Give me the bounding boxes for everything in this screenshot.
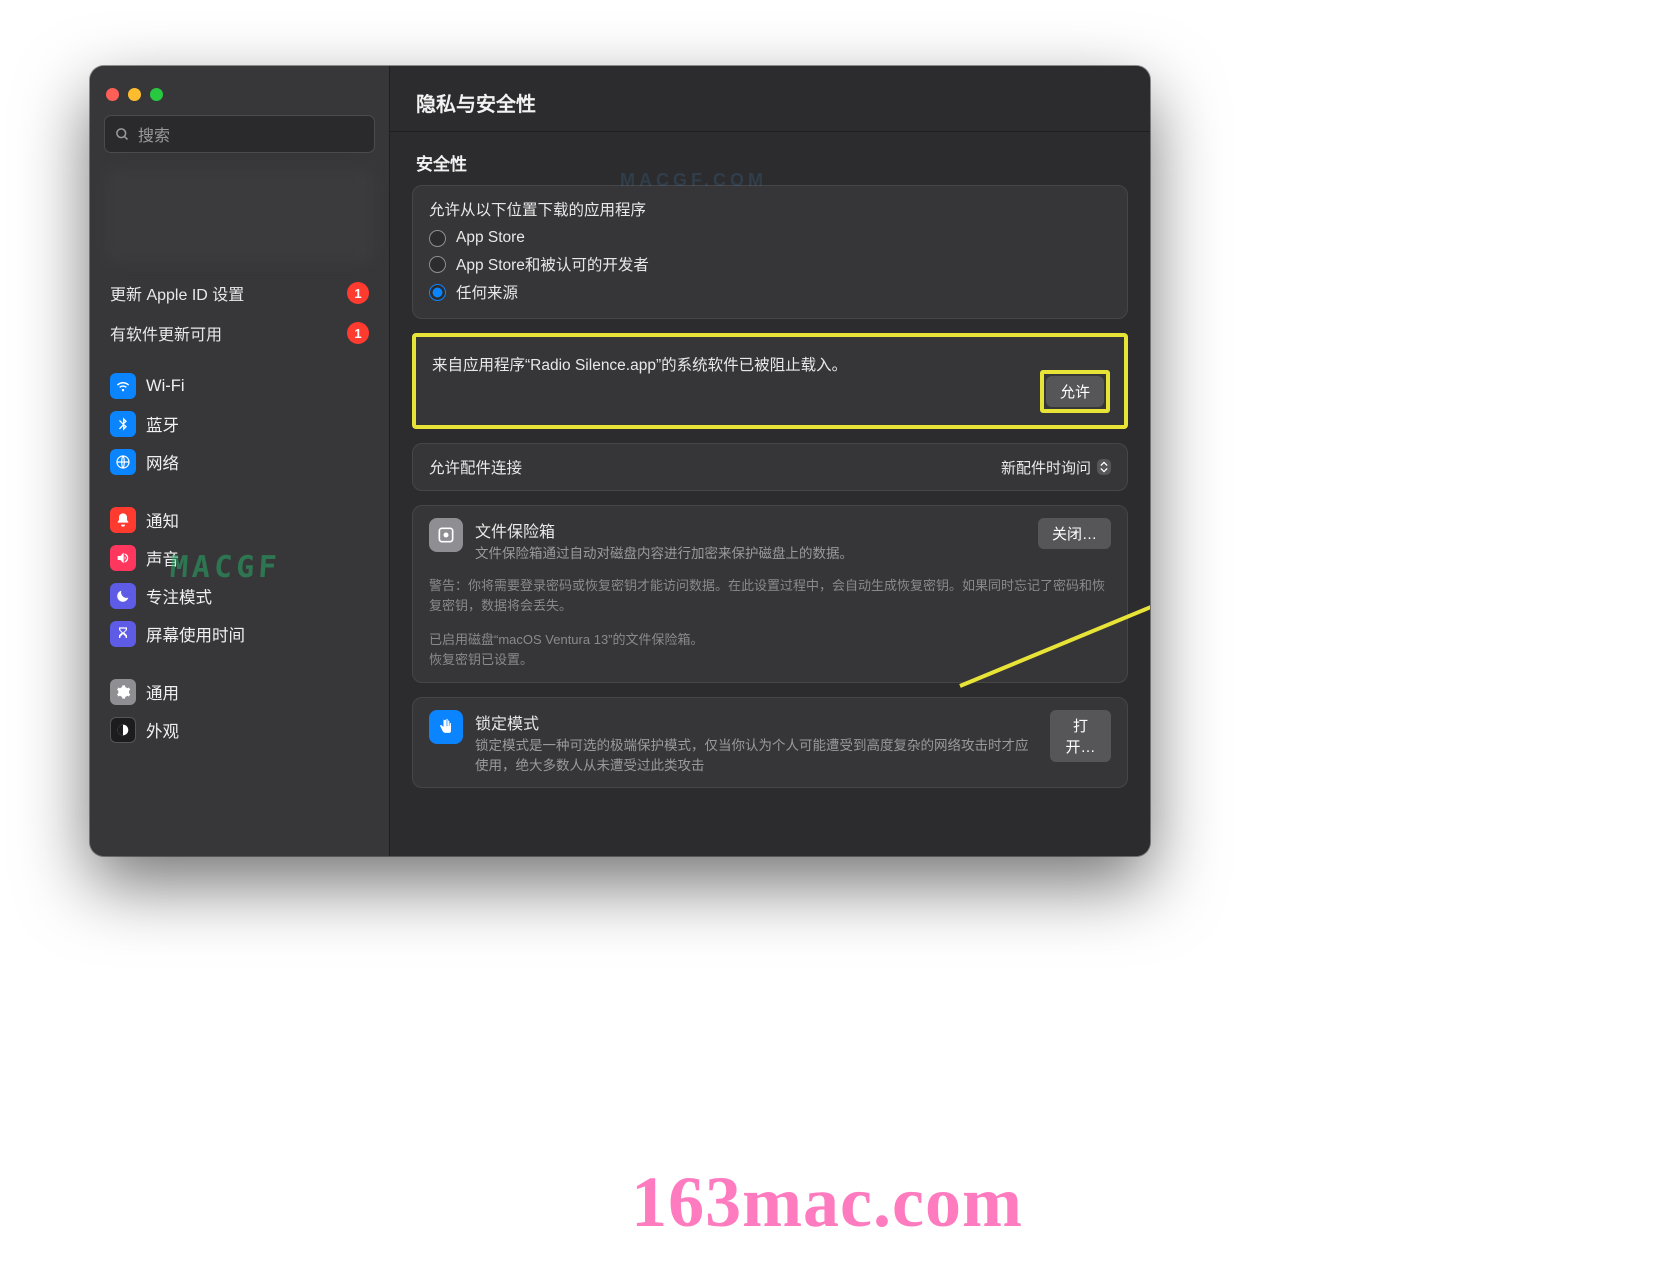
sidebar-item-label: 网络 bbox=[146, 450, 179, 474]
alert-badge: 1 bbox=[347, 282, 369, 304]
alerts-section: 更新 Apple ID 设置 1 有软件更新可用 1 bbox=[90, 273, 389, 353]
apple-id-profile[interactable] bbox=[104, 169, 375, 263]
sidebar-item-appearance[interactable]: 外观 bbox=[100, 711, 379, 749]
speaker-icon bbox=[110, 545, 136, 571]
search-icon bbox=[115, 127, 130, 142]
nav-group-3: 通用 外观 bbox=[90, 667, 389, 749]
moon-icon bbox=[110, 583, 136, 609]
filevault-panel: 文件保险箱 文件保险箱通过自动对磁盘内容进行加密来保护磁盘上的数据。 关闭… 警… bbox=[412, 505, 1128, 683]
allow-button-highlight: 允许 bbox=[1040, 370, 1110, 413]
sidebar-item-label: 通用 bbox=[146, 680, 179, 704]
page-title: 隐私与安全性 bbox=[390, 66, 1150, 132]
accessory-value: 新配件时询问 bbox=[1001, 457, 1091, 478]
option-label: App Store bbox=[456, 229, 525, 247]
sidebar-item-label: 屏幕使用时间 bbox=[146, 622, 245, 646]
sidebar-item-screentime[interactable]: 屏幕使用时间 bbox=[100, 615, 379, 653]
download-sources-panel: 允许从以下位置下载的应用程序 App Store App Store和被认可的开… bbox=[412, 185, 1128, 319]
fade-gradient bbox=[390, 830, 1150, 856]
sidebar-item-label: 声音 bbox=[146, 546, 179, 570]
nav-group-2: 通知 声音 专注模式 屏幕使用时间 bbox=[90, 495, 389, 653]
search-placeholder: 搜索 bbox=[138, 122, 170, 146]
option-label: App Store和被认可的开发者 bbox=[456, 253, 649, 275]
accessory-label: 允许配件连接 bbox=[429, 456, 522, 478]
filevault-status-1: 已启用磁盘“macOS Ventura 13”的文件保险箱。 bbox=[429, 630, 1111, 650]
radio-icon bbox=[429, 284, 446, 301]
hourglass-icon bbox=[110, 621, 136, 647]
gear-icon bbox=[110, 679, 136, 705]
lockdown-desc: 锁定模式是一种可选的极端保护模式，仅当你认为个人可能遭受到高度复杂的网络攻击时才… bbox=[475, 736, 1038, 775]
close-icon[interactable] bbox=[106, 88, 119, 101]
footer-brand: 163mac.com bbox=[0, 1161, 1654, 1244]
filevault-title: 文件保险箱 bbox=[475, 518, 853, 542]
sidebar-item-label: 蓝牙 bbox=[146, 412, 179, 436]
download-option-appstore[interactable]: App Store bbox=[429, 226, 1111, 250]
sidebar-item-label: 通知 bbox=[146, 508, 179, 532]
sidebar-item-general[interactable]: 通用 bbox=[100, 673, 379, 711]
alert-software-update[interactable]: 有软件更新可用 1 bbox=[100, 313, 379, 353]
lockdown-toggle-button[interactable]: 打开… bbox=[1050, 710, 1111, 762]
sidebar-item-sound[interactable]: 声音 bbox=[100, 539, 379, 577]
alert-label: 有软件更新可用 bbox=[110, 321, 222, 345]
download-option-anywhere[interactable]: 任何来源 bbox=[429, 278, 1111, 306]
lockdown-title: 锁定模式 bbox=[475, 710, 1038, 734]
search-input[interactable]: 搜索 bbox=[104, 115, 375, 153]
sidebar: 搜索 更新 Apple ID 设置 1 有软件更新可用 1 Wi-Fi 蓝牙 bbox=[90, 66, 390, 856]
minimize-icon[interactable] bbox=[128, 88, 141, 101]
maximize-icon[interactable] bbox=[150, 88, 163, 101]
filevault-desc: 文件保险箱通过自动对磁盘内容进行加密来保护磁盘上的数据。 bbox=[475, 544, 853, 564]
alert-apple-id[interactable]: 更新 Apple ID 设置 1 bbox=[100, 273, 379, 313]
sidebar-item-label: 外观 bbox=[146, 718, 179, 742]
window-controls bbox=[90, 76, 389, 111]
security-section-title: 安全性 bbox=[390, 132, 1150, 185]
accessory-panel: 允许配件连接 新配件时询问 bbox=[412, 443, 1128, 491]
blocked-extension-panel: 来自应用程序“Radio Silence.app”的系统软件已被阻止载入。 允许 bbox=[412, 333, 1128, 429]
appearance-icon bbox=[110, 717, 136, 743]
wifi-icon bbox=[110, 373, 136, 399]
sidebar-item-bluetooth[interactable]: 蓝牙 bbox=[100, 405, 379, 443]
option-label: 任何来源 bbox=[456, 281, 518, 303]
sidebar-item-label: Wi-Fi bbox=[146, 377, 184, 396]
sidebar-item-notifications[interactable]: 通知 bbox=[100, 501, 379, 539]
sidebar-item-label: 专注模式 bbox=[146, 584, 212, 608]
filevault-warning: 警告：你将需要登录密码或恢复密钥才能访问数据。在此设置过程中，会自动生成恢复密钥… bbox=[429, 576, 1111, 616]
blocked-message: 来自应用程序“Radio Silence.app”的系统软件已被阻止载入。 bbox=[432, 353, 1108, 375]
allow-button[interactable]: 允许 bbox=[1046, 376, 1104, 407]
alert-badge: 1 bbox=[347, 322, 369, 344]
alert-label: 更新 Apple ID 设置 bbox=[110, 281, 244, 305]
radio-icon bbox=[429, 230, 446, 247]
nav-group-1: Wi-Fi 蓝牙 网络 bbox=[90, 361, 389, 481]
radio-icon bbox=[429, 256, 446, 273]
sidebar-item-network[interactable]: 网络 bbox=[100, 443, 379, 481]
sidebar-item-wifi[interactable]: Wi-Fi bbox=[100, 367, 379, 405]
lockdown-panel: 锁定模式 锁定模式是一种可选的极端保护模式，仅当你认为个人可能遭受到高度复杂的网… bbox=[412, 697, 1128, 788]
system-settings-window: 搜索 更新 Apple ID 设置 1 有软件更新可用 1 Wi-Fi 蓝牙 bbox=[90, 66, 1150, 856]
sidebar-item-focus[interactable]: 专注模式 bbox=[100, 577, 379, 615]
bell-icon bbox=[110, 507, 136, 533]
accessory-select[interactable]: 新配件时询问 bbox=[1001, 457, 1111, 478]
chevron-updown-icon bbox=[1097, 459, 1111, 475]
bluetooth-icon bbox=[110, 411, 136, 437]
globe-icon bbox=[110, 449, 136, 475]
download-option-identified[interactable]: App Store和被认可的开发者 bbox=[429, 250, 1111, 278]
hand-icon bbox=[429, 710, 463, 744]
filevault-status-2: 恢复密钥已设置。 bbox=[429, 650, 1111, 670]
main-content: 隐私与安全性 安全性 允许从以下位置下载的应用程序 App Store App … bbox=[390, 66, 1150, 856]
filevault-toggle-button[interactable]: 关闭… bbox=[1038, 518, 1111, 549]
download-sources-label: 允许从以下位置下载的应用程序 bbox=[429, 198, 1111, 220]
filevault-icon bbox=[429, 518, 463, 552]
